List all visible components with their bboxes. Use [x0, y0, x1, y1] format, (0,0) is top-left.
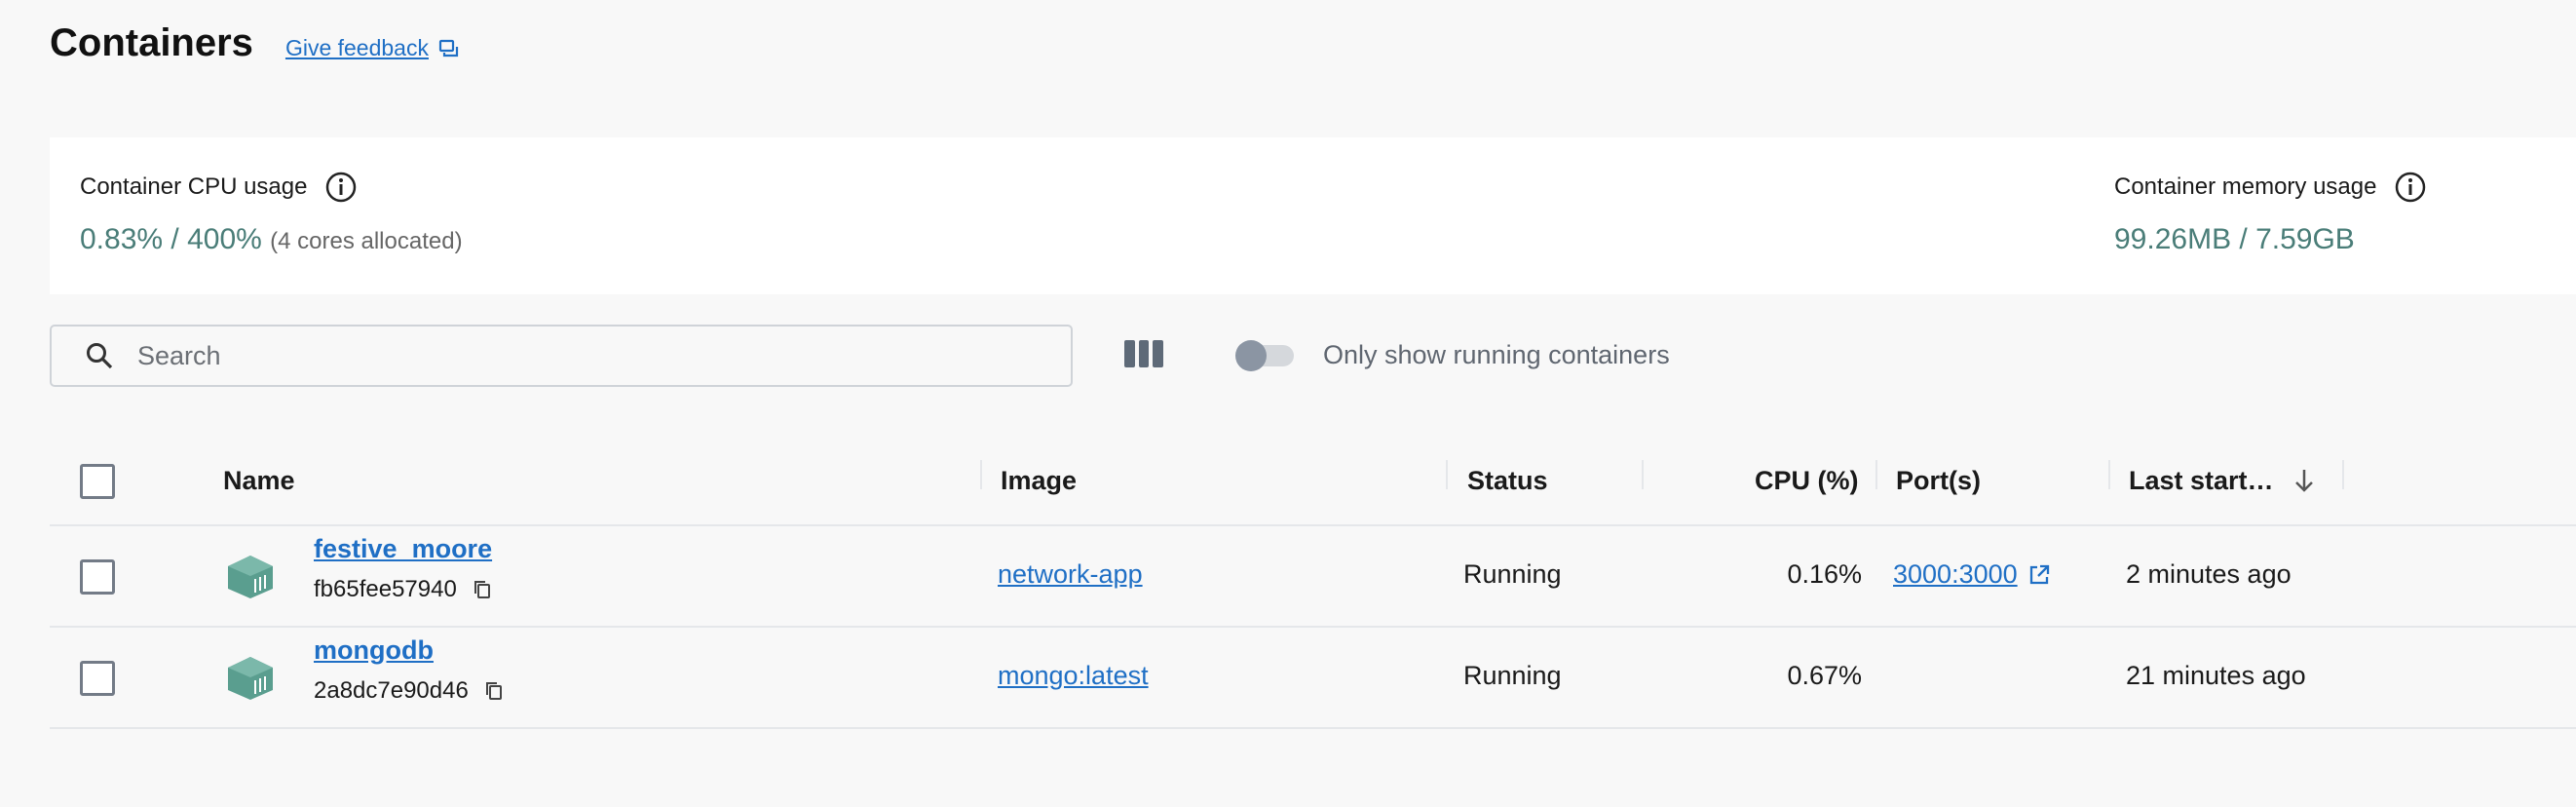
image-link[interactable]: network-app [998, 559, 1143, 590]
page-header: Containers Give feedback [50, 21, 460, 65]
cpu-value: 0.67% [1787, 661, 1862, 690]
give-feedback-link[interactable]: Give feedback [285, 35, 460, 61]
container-icon [228, 556, 273, 598]
search-icon [87, 343, 113, 369]
page-title: Containers [50, 21, 253, 64]
search-input[interactable] [137, 340, 1014, 371]
cpu-usage-value: 0.83% / 400% [80, 223, 262, 255]
container-name-link[interactable]: mongodb [314, 635, 504, 666]
select-all-checkbox[interactable] [80, 464, 115, 499]
give-feedback-label: Give feedback [284, 35, 429, 60]
column-header-cpu[interactable]: CPU (%) [1755, 435, 1859, 526]
running-only-label: Only show running containers [1323, 340, 1670, 369]
column-header-last-started[interactable]: Last start… [2129, 435, 2315, 526]
memory-usage-value: 99.26MB / 7.59GB [2114, 223, 2355, 255]
row-checkbox[interactable] [80, 559, 115, 595]
memory-usage-stat: Container memory usage 99.26MB / 7.59GB [2114, 171, 2427, 256]
usage-stats-panel: Container CPU usage 0.83% / 400% (4 core… [50, 137, 2576, 294]
cpu-usage-label: Container CPU usage [80, 173, 308, 200]
external-link-icon[interactable] [2027, 563, 2051, 587]
container-id: 2a8dc7e90d46 [314, 677, 469, 704]
search-box[interactable] [50, 325, 1073, 387]
status-text: Running [1463, 661, 1562, 690]
last-started-value: 2 minutes ago [2126, 559, 2292, 589]
column-header-ports[interactable]: Port(s) [1896, 435, 1981, 526]
last-started-value: 21 minutes ago [2126, 661, 2306, 690]
cpu-cores-note: (4 cores allocated) [270, 228, 463, 254]
sort-down-icon[interactable] [2293, 468, 2315, 493]
ports-cell[interactable]: 3000:3000 [1893, 559, 2051, 590]
cpu-value: 0.16% [1787, 559, 1862, 589]
feedback-icon [438, 39, 459, 57]
image-link[interactable]: mongo:latest [998, 661, 1149, 691]
container-name-cell: festive_moore fb65fee57940 [314, 534, 492, 603]
copy-icon[interactable] [473, 579, 492, 600]
toggle-switch[interactable] [1235, 339, 1294, 371]
last-started-label: Last start… [2129, 465, 2274, 495]
container-id: fb65fee57940 [314, 576, 457, 602]
status-text: Running [1463, 559, 1562, 589]
container-name-cell: mongodb 2a8dc7e90d46 [314, 635, 504, 705]
info-icon[interactable] [2394, 171, 2427, 204]
column-header-name[interactable]: Name [223, 435, 295, 526]
info-icon[interactable] [324, 171, 358, 204]
table-header: Name Image Status CPU (%) Port(s) Last s… [50, 435, 2576, 526]
columns-icon[interactable] [1124, 340, 1164, 371]
running-only-toggle[interactable]: Only show running containers [1235, 339, 1670, 371]
column-header-status[interactable]: Status [1467, 435, 1548, 526]
row-checkbox[interactable] [80, 661, 115, 696]
table-row[interactable]: mongodb 2a8dc7e90d46 mongo:latest Runnin… [50, 628, 2576, 729]
toolbar: Only show running containers [50, 325, 2576, 387]
port-link[interactable]: 3000:3000 [1893, 559, 2018, 590]
container-name-link[interactable]: festive_moore [314, 534, 492, 564]
container-icon [228, 657, 273, 700]
cpu-usage-stat: Container CPU usage 0.83% / 400% (4 core… [80, 171, 463, 256]
memory-usage-label: Container memory usage [2114, 173, 2377, 200]
copy-icon[interactable] [484, 680, 504, 702]
table-row[interactable]: festive_moore fb65fee57940 network-app R… [50, 526, 2576, 628]
containers-table: Name Image Status CPU (%) Port(s) Last s… [50, 435, 2576, 729]
column-header-image[interactable]: Image [1001, 435, 1077, 526]
